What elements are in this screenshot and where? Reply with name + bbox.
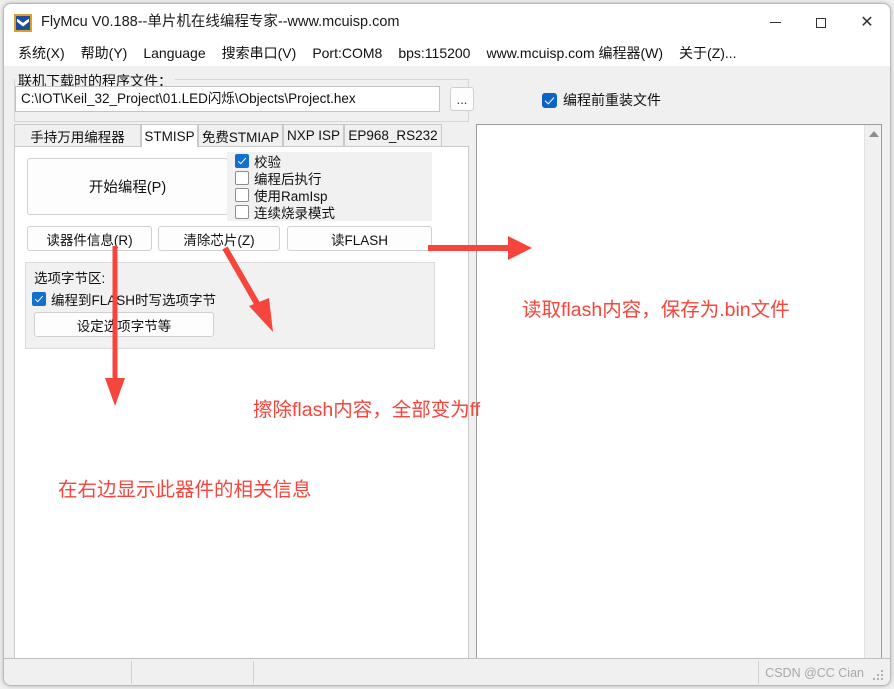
menu-item-language[interactable]: Language: [135, 44, 213, 63]
start-program-button[interactable]: 开始编程(P): [27, 158, 228, 215]
reload-before-program-label: 编程前重装文件: [563, 92, 661, 108]
triangle-up-icon: [868, 130, 879, 137]
menu-bar: 系统(X) 帮助(Y) Language 搜索串口(V) Port:COM8 b…: [4, 41, 890, 66]
option-bytes-group: 选项字节区: 编程到FLASH时写选项字节 设定选项字节等: [25, 262, 435, 349]
csdn-watermark: CSDN @CC Cian: [765, 666, 864, 680]
checkbox-unchecked-icon: [235, 204, 249, 219]
close-icon: ✕: [860, 13, 874, 31]
tab-stmisp[interactable]: STMISP: [141, 124, 198, 147]
checkbox-checked-icon: [32, 292, 46, 306]
set-option-bytes-button[interactable]: 设定选项字节等: [34, 312, 214, 337]
checkbox-checked-icon: [235, 153, 249, 168]
minimize-button[interactable]: [752, 4, 798, 41]
tab-strip: 手持万用编程器 STMISP 免费STMIAP NXP ISP EP968_RS…: [14, 124, 469, 147]
flymcu-app-icon: [14, 13, 32, 32]
maximize-icon: [816, 17, 826, 28]
read-device-info-button[interactable]: 读器件信息(R): [27, 226, 152, 251]
option-continuous-burn[interactable]: 连续烧录模式: [227, 203, 432, 221]
flymcu-window: FlyMcu V0.188--单片机在线编程专家--www.mcuisp.com…: [3, 3, 891, 686]
read-flash-button[interactable]: 读FLASH: [287, 226, 432, 251]
menu-item-about[interactable]: 关于(Z)...: [671, 44, 745, 63]
option-run-after-program[interactable]: 编程后执行: [227, 169, 432, 187]
option-bytes-title: 选项字节区:: [34, 271, 106, 286]
output-log-text: [477, 125, 881, 133]
annotation-device-info: 在右边显示此器件的相关信息: [58, 479, 312, 501]
resize-grip[interactable]: [873, 670, 885, 682]
annotation-read-flash: 读取flash内容，保存为.bin文件: [522, 299, 790, 321]
program-options-group: 校验 编程后执行 使用RamIsp 连续烧录模式: [227, 152, 432, 221]
menu-item-help[interactable]: 帮助(Y): [73, 44, 136, 63]
checkbox-unchecked-icon: [235, 170, 249, 185]
option-continuous-burn-label: 连续烧录模式: [254, 205, 335, 221]
write-option-bytes-label: 编程到FLASH时写选项字节: [51, 293, 217, 308]
checkbox-checked-icon: [542, 92, 557, 108]
output-scrollbar[interactable]: [864, 125, 882, 685]
annotation-erase-flash: 擦除flash内容，全部变为ff: [253, 399, 481, 421]
tab-ep968-rs232[interactable]: EP968_RS232: [344, 124, 442, 146]
maximize-button[interactable]: [798, 4, 844, 41]
minimize-icon: [769, 22, 781, 23]
status-pane-2: [132, 661, 254, 684]
menu-item-bps[interactable]: bps:115200: [390, 44, 478, 63]
reload-before-program-checkbox[interactable]: 编程前重装文件: [542, 90, 661, 110]
menu-item-search-port[interactable]: 搜索串口(V): [214, 44, 305, 63]
option-use-ramisp[interactable]: 使用RamIsp: [227, 186, 432, 204]
scroll-up-button[interactable]: [865, 125, 882, 142]
erase-chip-button[interactable]: 清除芯片(Z): [158, 226, 280, 251]
window-title: FlyMcu V0.188--单片机在线编程专家--www.mcuisp.com: [41, 14, 400, 31]
browse-file-button[interactable]: ...: [450, 87, 474, 111]
window-controls: ✕: [752, 4, 890, 41]
tab-free-stmiap[interactable]: 免费STMIAP: [198, 124, 283, 146]
tab-nxp-isp[interactable]: NXP ISP: [283, 124, 344, 146]
client-area: 联机下载时的程序文件： C:\IOT\Keil_32_Project\01.LE…: [4, 66, 890, 685]
close-button[interactable]: ✕: [844, 4, 890, 41]
write-option-bytes-checkbox[interactable]: 编程到FLASH时写选项字节: [32, 289, 216, 309]
checkbox-unchecked-icon: [235, 187, 249, 202]
status-pane-1: [6, 661, 132, 684]
output-log-panel[interactable]: [476, 124, 882, 685]
screenshot-root: FlyMcu V0.188--单片机在线编程专家--www.mcuisp.com…: [0, 0, 894, 689]
program-file-path-input[interactable]: C:\IOT\Keil_32_Project\01.LED闪烁\Objects\…: [15, 86, 440, 112]
title-bar: FlyMcu V0.188--单片机在线编程专家--www.mcuisp.com…: [4, 4, 890, 41]
status-pane-3: [254, 661, 759, 684]
menu-item-port[interactable]: Port:COM8: [304, 44, 390, 63]
tab-handheld-programmer[interactable]: 手持万用编程器: [14, 124, 141, 146]
option-verify[interactable]: 校验: [227, 152, 432, 170]
menu-item-system[interactable]: 系统(X): [10, 44, 73, 63]
menu-item-programmer[interactable]: www.mcuisp.com 编程器(W): [478, 44, 671, 63]
status-bar: CSDN @CC Cian: [4, 658, 890, 685]
